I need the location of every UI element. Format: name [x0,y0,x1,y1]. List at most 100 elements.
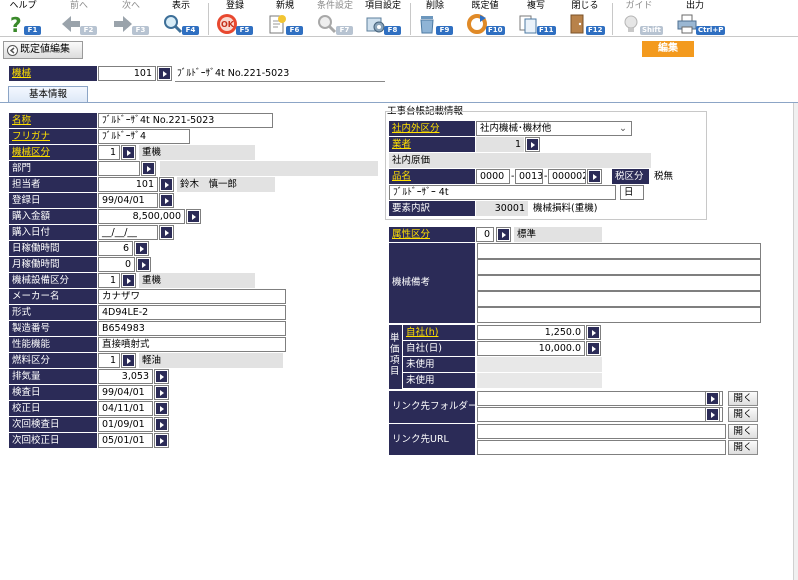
fuel-lookup-button[interactable] [121,353,136,368]
inout-label[interactable]: 社内外区分 [389,121,475,136]
condition-button[interactable]: 条件設定 F7 [312,0,358,37]
remarks-line-5[interactable] [477,307,761,323]
person-code-input[interactable]: 101 [98,177,158,192]
item-name-input[interactable]: ﾌﾞﾙﾄﾞｰｻﾞｰ 4t [389,185,616,200]
serial-input[interactable]: B654983 [98,321,286,336]
next-calibration-calendar-button[interactable] [154,433,169,448]
link-url-2-input[interactable] [477,440,726,455]
daily-hours-input[interactable]: 6 [98,241,133,256]
register-key: F5 [236,26,253,35]
register-label: 登録 [225,1,244,11]
output-button[interactable]: 出力 Ctrl+P [672,0,726,37]
unused1-field [477,357,602,372]
link-url-1-open-button[interactable]: 開く [728,424,758,439]
purchase-date-input[interactable]: __/__/__ [98,225,158,240]
attribute-lookup-button[interactable] [496,227,511,242]
price-input[interactable]: 8,500,000 [98,209,185,224]
model-input[interactable]: 4D94LE-2 [98,305,286,320]
item-code1-input[interactable]: 0000 [476,169,510,184]
machine-lookup-button[interactable] [157,66,172,81]
fuel-code-input[interactable]: 1 [98,353,120,368]
scrollbar[interactable] [793,103,798,580]
new-button[interactable]: 新規 F6 [262,0,308,37]
remarks-line-2[interactable] [477,259,761,275]
prev-button[interactable]: 前へ F2 [56,0,102,37]
remarks-line-4[interactable] [477,291,761,307]
displacement-input[interactable]: 3,053 [98,369,153,384]
equip-category-lookup-button[interactable] [121,273,136,288]
equip-category-code-input[interactable]: 1 [98,273,120,288]
category-label[interactable]: 機械区分 [9,145,97,160]
inspection-input[interactable]: 99/04/01 [98,385,153,400]
close-button[interactable]: 閉じる F12 [562,0,608,37]
link-folder-1-input[interactable] [477,391,723,406]
inspection-calendar-button[interactable] [154,385,169,400]
category-code-input[interactable]: 1 [98,145,120,160]
item-label[interactable]: 品名 [389,169,475,184]
vendor-label[interactable]: 業者 [389,137,475,152]
remarks-line-1[interactable] [477,243,761,259]
calibration-calendar-button[interactable] [154,401,169,416]
guide-button[interactable]: ガイド Shift [616,0,663,37]
divider [175,81,385,82]
maker-input[interactable]: カナザワ [98,289,286,304]
purchase-date-calendar-button[interactable] [159,225,174,240]
own-day-input[interactable]: 10,000.0 [477,341,585,356]
monthly-hours-button[interactable] [136,257,151,272]
link-folder-2-open-button[interactable]: 開く [728,407,758,422]
view-button[interactable]: 表示 F4 [158,0,204,37]
copy-key: F11 [537,26,556,35]
help-button[interactable]: ヘルプ ? F1 [0,0,46,37]
person-lookup-button[interactable] [159,177,174,192]
reg-date-input[interactable]: 99/04/01 [98,193,158,208]
name-input[interactable]: ﾌﾞﾙﾄﾞｰｻﾞ4t No.221-5023 [98,113,273,128]
tab-basic-info[interactable]: 基本情報 [8,86,88,102]
link-folder-2-browse-button[interactable] [705,407,720,422]
purchase-date-label: 購入日付 [9,225,97,240]
link-folder-1-browse-button[interactable] [705,391,720,406]
magnifier-icon [164,15,183,34]
link-url-1-input[interactable] [477,424,726,439]
person-name: 鈴木 慎一郎 [177,177,275,192]
department-lookup-button[interactable] [141,161,156,176]
item-settings-button[interactable]: 項目設定 F8 [360,0,406,37]
delete-button[interactable]: 削除 F9 [412,0,458,37]
item-code3-input[interactable]: 000002 [548,169,586,184]
default-edit-button[interactable]: 既定値編集 [3,41,83,59]
attribute-label[interactable]: 属性区分 [389,227,475,242]
machine-code-input[interactable]: 101 [98,66,156,81]
link-folder-2-input[interactable] [477,407,723,422]
register-button[interactable]: 登録 OK F5 [212,0,258,37]
reg-date-calendar-button[interactable] [159,193,174,208]
inout-select[interactable]: 社内機械･機材他 ⌄ [476,121,632,136]
unit-input[interactable]: 日 [620,185,644,200]
own-day-button[interactable] [586,341,601,356]
displacement-button[interactable] [154,369,169,384]
remarks-line-3[interactable] [477,275,761,291]
own-hour-button[interactable] [586,325,601,340]
link-url-2-open-button[interactable]: 開く [728,440,758,455]
daily-hours-button[interactable] [134,241,149,256]
next-inspection-input[interactable]: 01/09/01 [98,417,153,432]
category-lookup-button[interactable] [121,145,136,160]
item-code2-input[interactable]: 0013 [515,169,543,184]
next-calibration-input[interactable]: 05/01/01 [98,433,153,448]
own-hour-input[interactable]: 1,250.0 [477,325,585,340]
attribute-code-input[interactable]: 0 [476,227,494,242]
kana-input[interactable]: ﾌﾞﾙﾄﾞｰｻﾞ4 [98,129,190,144]
vendor-lookup-button[interactable] [525,137,540,152]
next-inspection-calendar-button[interactable] [154,417,169,432]
item-lookup-button[interactable] [587,169,602,184]
calibration-input[interactable]: 04/11/01 [98,401,153,416]
machine-label[interactable]: 機械 [9,66,97,81]
performance-input[interactable]: 直接噴射式 [98,337,286,352]
next-button[interactable]: 次へ F3 [108,0,154,37]
price-calculator-button[interactable] [186,209,201,224]
monthly-hours-input[interactable]: 0 [98,257,135,272]
link-folder-1-open-button[interactable]: 開く [728,391,758,406]
tax-value: 税無 [654,171,674,182]
copy-button[interactable]: 複写 F11 [513,0,559,37]
element-label: 要素内訳 [389,201,475,216]
department-code-input[interactable] [98,161,140,176]
default-value-button[interactable]: 既定値 F10 [462,0,508,37]
